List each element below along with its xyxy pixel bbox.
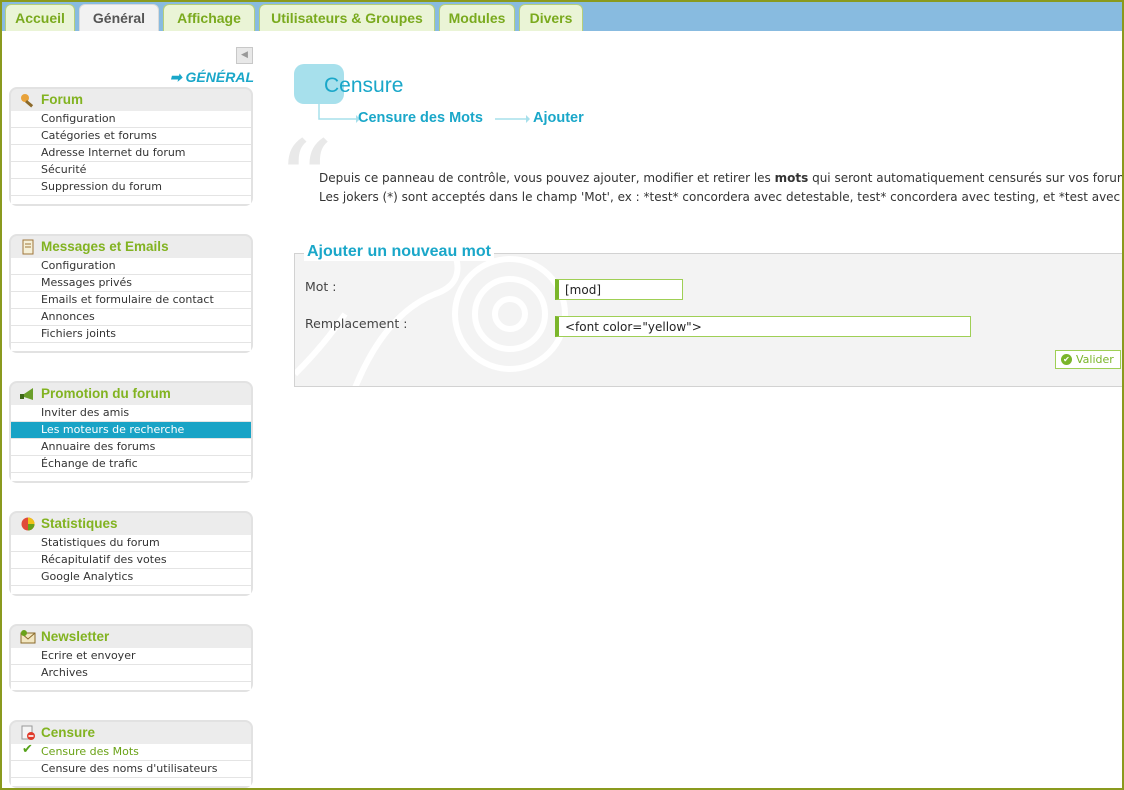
pie-chart-icon xyxy=(21,517,35,531)
sidebar-box-header: Censure xyxy=(11,722,251,744)
check-circle-icon: ✔ xyxy=(1061,354,1072,365)
tab-accueil[interactable]: Accueil xyxy=(5,4,75,31)
sidebar-item-securite[interactable]: Sécurité xyxy=(11,162,251,179)
sidebar-box-header: Messages et Emails xyxy=(11,236,251,258)
sidebar-item-stats-forum[interactable]: Statistiques du forum xyxy=(11,535,251,552)
sidebar-item-echange-trafic[interactable]: Échange de trafic xyxy=(11,456,251,473)
description-text: Depuis ce panneau de contrôle, vous pouv… xyxy=(319,169,1122,207)
sidebar-box-header: Statistiques xyxy=(11,513,251,535)
sidebar-box-statistiques: Statistiques Statistiques du forum Récap… xyxy=(9,511,253,596)
sidebar-box-header: Newsletter xyxy=(11,626,251,648)
sidebar-item-inviter-amis[interactable]: Inviter des amis xyxy=(11,405,251,422)
sidebar-item-categories[interactable]: Catégories et forums xyxy=(11,128,251,145)
form-legend: Ajouter un nouveau mot xyxy=(304,243,494,261)
sidebar-item-censure-mots[interactable]: ✔ Censure des Mots xyxy=(11,742,251,761)
sidebar-box-messages: Messages et Emails Configuration Message… xyxy=(9,234,253,353)
sidebar-item-messages-prives[interactable]: Messages privés xyxy=(11,275,251,292)
content-area: ◀ ➡ GÉNÉRAL Forum Configuration Catégori… xyxy=(2,31,1122,788)
mail-icon xyxy=(20,630,36,644)
page-title: Censure xyxy=(324,74,404,97)
remplacement-input[interactable] xyxy=(555,316,971,337)
top-tab-bar: Accueil Général Affichage Utilisateurs &… xyxy=(2,2,1122,34)
sidebar-item-annuaire-forums[interactable]: Annuaire des forums xyxy=(11,439,251,456)
remplacement-label: Remplacement : xyxy=(305,316,408,331)
breadcrumb-ajouter: Ajouter xyxy=(533,110,584,126)
sidebar-box-header: Forum xyxy=(11,89,251,111)
sidebar-box-promotion: Promotion du forum Inviter des amis Les … xyxy=(9,381,253,483)
breadcrumb-censure-mots[interactable]: Censure des Mots xyxy=(358,110,483,126)
mot-label: Mot : xyxy=(305,279,337,294)
arrow-head-icon xyxy=(526,115,530,123)
sidebar-box-forum: Forum Configuration Catégories et forums… xyxy=(9,87,253,206)
mot-input[interactable] xyxy=(555,279,683,300)
triangle-left-icon: ◀ xyxy=(241,50,248,60)
window-frame: Accueil Général Affichage Utilisateurs &… xyxy=(0,0,1124,790)
description-line-1: Depuis ce panneau de contrôle, vous pouv… xyxy=(319,171,1122,185)
sidebar-item-msg-configuration[interactable]: Configuration xyxy=(11,258,251,275)
tab-modules[interactable]: Modules xyxy=(439,4,515,31)
tab-utilisateurs-groupes[interactable]: Utilisateurs & Groupes xyxy=(259,4,435,31)
sidebar-item-archives[interactable]: Archives xyxy=(11,665,251,682)
arrow-right-icon: ➡ xyxy=(169,69,182,85)
sidebar-item-suppression[interactable]: Suppression du forum xyxy=(11,179,251,196)
tab-general[interactable]: Général xyxy=(79,4,159,34)
sidebar-item-moteurs-recherche[interactable]: Les moteurs de recherche xyxy=(11,422,251,439)
sidebar-item-configuration[interactable]: Configuration xyxy=(11,111,251,128)
collapse-sidebar-button[interactable]: ◀ xyxy=(236,47,253,64)
wrench-icon xyxy=(21,94,34,108)
sidebar-item-adresse[interactable]: Adresse Internet du forum xyxy=(11,145,251,162)
sidebar-item-fichiers-joints[interactable]: Fichiers joints xyxy=(11,326,251,343)
sidebar-box-header: Promotion du forum xyxy=(11,383,251,405)
valider-button[interactable]: ✔ Valider xyxy=(1055,350,1121,369)
sidebar-item-emails-contact[interactable]: Emails et formulaire de contact xyxy=(11,292,251,309)
sidebar-item-recap-votes[interactable]: Récapitulatif des votes xyxy=(11,552,251,569)
sidebar-section-title: ➡ GÉNÉRAL xyxy=(169,69,254,85)
censure-icon xyxy=(21,725,35,740)
tab-divers[interactable]: Divers xyxy=(519,4,583,31)
document-icon xyxy=(22,239,34,255)
sidebar-box-newsletter: Newsletter Ecrire et envoyer Archives xyxy=(9,624,253,692)
sidebar-item-google-analytics[interactable]: Google Analytics xyxy=(11,569,251,586)
tab-affichage[interactable]: Affichage xyxy=(163,4,255,31)
sidebar-item-censure-noms[interactable]: Censure des noms d'utilisateurs xyxy=(11,761,251,778)
description-line-2: Les jokers (*) sont acceptés dans le cha… xyxy=(319,190,1122,204)
sidebar-box-censure: Censure ✔ Censure des Mots Censure des no… xyxy=(9,720,253,788)
sidebar-item-annonces[interactable]: Annonces xyxy=(11,309,251,326)
megaphone-icon xyxy=(20,388,33,400)
sidebar-item-ecrire-envoyer[interactable]: Ecrire et envoyer xyxy=(11,648,251,665)
checkmark-icon: ✔ xyxy=(22,742,33,757)
